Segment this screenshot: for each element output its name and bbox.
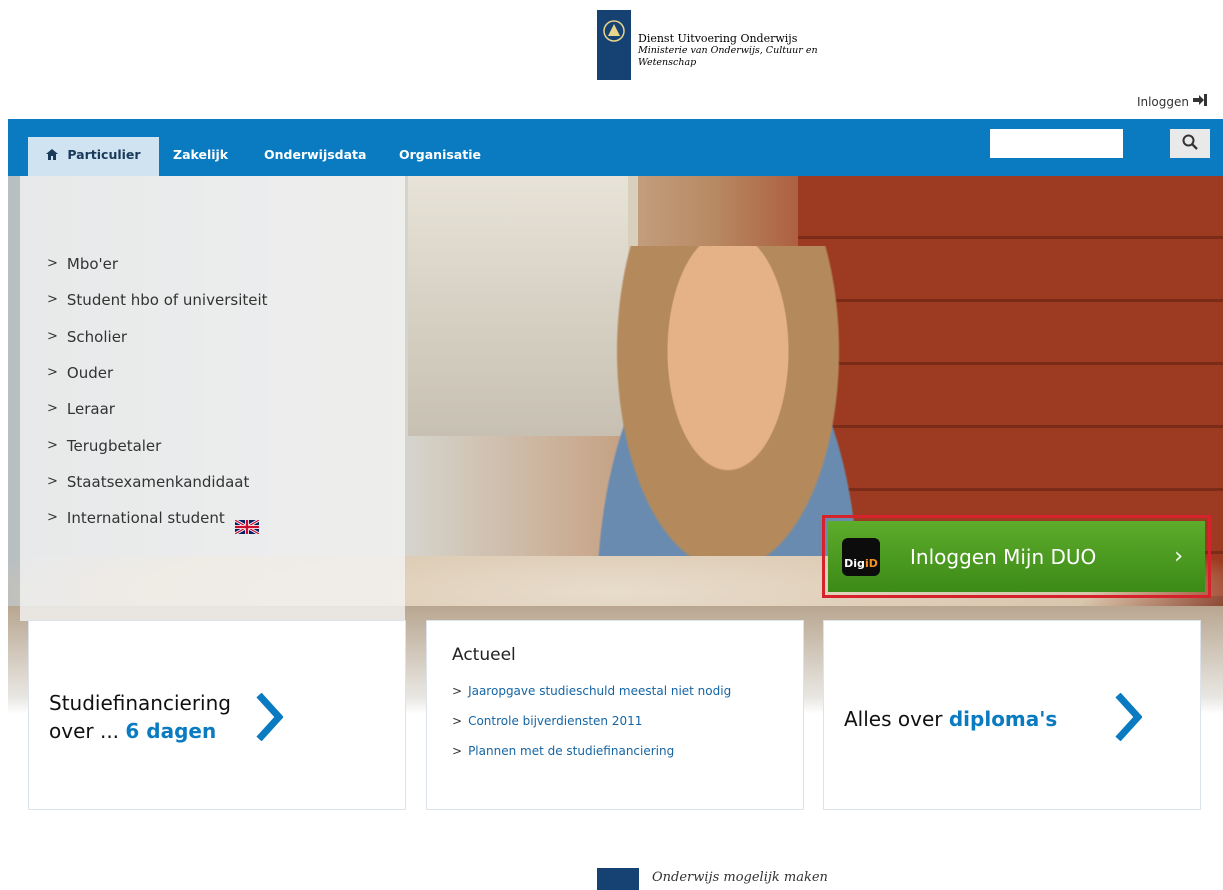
menu-item-label: Student hbo of universiteit [66, 291, 268, 310]
mijn-duo-login-label: Inloggen Mijn DUO [910, 544, 1097, 569]
chevron-right-icon: > [47, 328, 58, 344]
studiefinanciering-line1: Studiefinanciering [49, 691, 231, 715]
nav-tab-particulier[interactable]: Particulier [28, 137, 159, 176]
studiefinanciering-prefix: over ... [49, 719, 126, 743]
uk-flag-icon [234, 511, 260, 536]
diplomas-highlight: diploma's [948, 707, 1058, 731]
duo-logo[interactable]: Dienst Uitvoering Onderwijs Ministerie v… [597, 10, 818, 80]
search-button[interactable] [1170, 129, 1210, 158]
chevron-right-icon: > [47, 437, 58, 453]
sign-in-icon [1193, 94, 1207, 109]
menu-item-label: Ouder [66, 364, 114, 383]
news-link[interactable]: > Controle bijverdiensten 2011 [452, 713, 731, 743]
mijn-duo-login-button[interactable]: Dig iD Inloggen Mijn DUO › [822, 515, 1211, 598]
studiefinanciering-countdown: 6 dagen [125, 719, 217, 743]
studiefinanciering-card[interactable]: Studiefinanciering over ... 6 dagen [28, 620, 406, 810]
menu-item-mbo[interactable]: > Mbo'er [47, 246, 405, 282]
nav-tab-label: Onderwijsdata [264, 147, 367, 162]
menu-item-staatsexamen[interactable]: > Staatsexamenkandidaat [47, 464, 405, 500]
footer-emblem-icon [597, 868, 639, 890]
chevron-right-icon: > [47, 510, 58, 526]
studiefinanciering-text: Studiefinanciering over ... 6 dagen [49, 689, 231, 745]
chevron-right-icon: > [452, 744, 463, 758]
news-link-label: Plannen met de studiefinanciering [468, 744, 675, 758]
news-link[interactable]: > Plannen met de studiefinanciering [452, 743, 731, 773]
menu-item-student[interactable]: > Student hbo of universiteit [47, 282, 405, 318]
chevron-right-icon: > [47, 256, 58, 272]
chevron-right-icon: > [47, 292, 58, 308]
menu-item-ouder[interactable]: > Ouder [47, 355, 405, 391]
search-icon [1182, 134, 1198, 154]
menu-item-label: Scholier [66, 327, 128, 346]
nav-tab-zakelijk[interactable]: Zakelijk [155, 137, 246, 176]
digid-text-1: Dig [844, 556, 865, 570]
footer-tagline: Onderwijs mogelijk maken [652, 870, 828, 885]
chevron-right-icon: > [47, 401, 58, 417]
large-chevron-right-icon [256, 693, 283, 741]
logo-line-2: Ministerie van Onderwijs, Cultuur en [638, 45, 818, 56]
nav-tab-label: Zakelijk [173, 147, 229, 162]
logo-line-1: Dienst Uitvoering Onderwijs [638, 32, 798, 45]
chevron-right-icon: > [452, 684, 463, 698]
news-link-label: Controle bijverdiensten 2011 [468, 714, 643, 728]
large-chevron-right-icon [1115, 693, 1142, 741]
nav-tab-label: Organisatie [399, 147, 481, 162]
target-group-menu: > Mbo'er > Student hbo of universiteit > Sc… [20, 176, 405, 621]
header-login-label: Inloggen [1136, 94, 1189, 109]
header-login-link[interactable]: Inloggen [1137, 94, 1207, 109]
menu-item-terugbetaler[interactable]: > Terugbetaler [47, 427, 405, 463]
diplomas-prefix: Alles over [844, 707, 949, 731]
rijksoverheid-emblem-icon [597, 10, 631, 80]
digid-logo-icon: Dig iD [842, 537, 880, 576]
actueel-title: Actueel [452, 645, 516, 665]
chevron-right-icon: > [47, 365, 58, 381]
home-icon [46, 147, 67, 162]
nav-tab-onderwijsdata[interactable]: Onderwijsdata [246, 137, 384, 176]
chevron-right-icon: > [47, 473, 58, 489]
news-link[interactable]: > Jaaropgave studieschuld meestal niet no… [452, 683, 731, 713]
logo-line-3: Wetenschap [638, 57, 697, 68]
diplomas-card[interactable]: Alles over diploma's [823, 620, 1201, 810]
menu-item-scholier[interactable]: > Scholier [47, 319, 405, 355]
actueel-card: Actueel > Jaaropgave studieschuld meestal… [426, 620, 804, 810]
menu-item-label: Mbo'er [66, 255, 119, 274]
nav-tab-organisatie[interactable]: Organisatie [381, 137, 499, 176]
menu-item-label: Staatsexamenkandidaat [66, 472, 250, 491]
nav-tab-label: Particulier [67, 147, 141, 162]
menu-item-label: Terugbetaler [66, 436, 162, 455]
news-link-label: Jaaropgave studieschuld meestal niet nod… [468, 684, 732, 698]
digid-text-2: iD [864, 556, 878, 570]
menu-item-label: Leraar [66, 400, 115, 419]
diplomas-text: Alles over diploma's [844, 707, 1057, 731]
menu-item-label: International student [66, 509, 225, 528]
chevron-right-icon: > [452, 714, 463, 728]
menu-item-international[interactable]: > International student [47, 500, 405, 536]
main-navigation: Particulier Zakelijk Onderwijsdata Organ… [8, 119, 1223, 176]
search-input[interactable] [990, 129, 1123, 158]
menu-item-leraar[interactable]: > Leraar [47, 391, 405, 427]
chevron-right-icon: › [1174, 544, 1183, 569]
